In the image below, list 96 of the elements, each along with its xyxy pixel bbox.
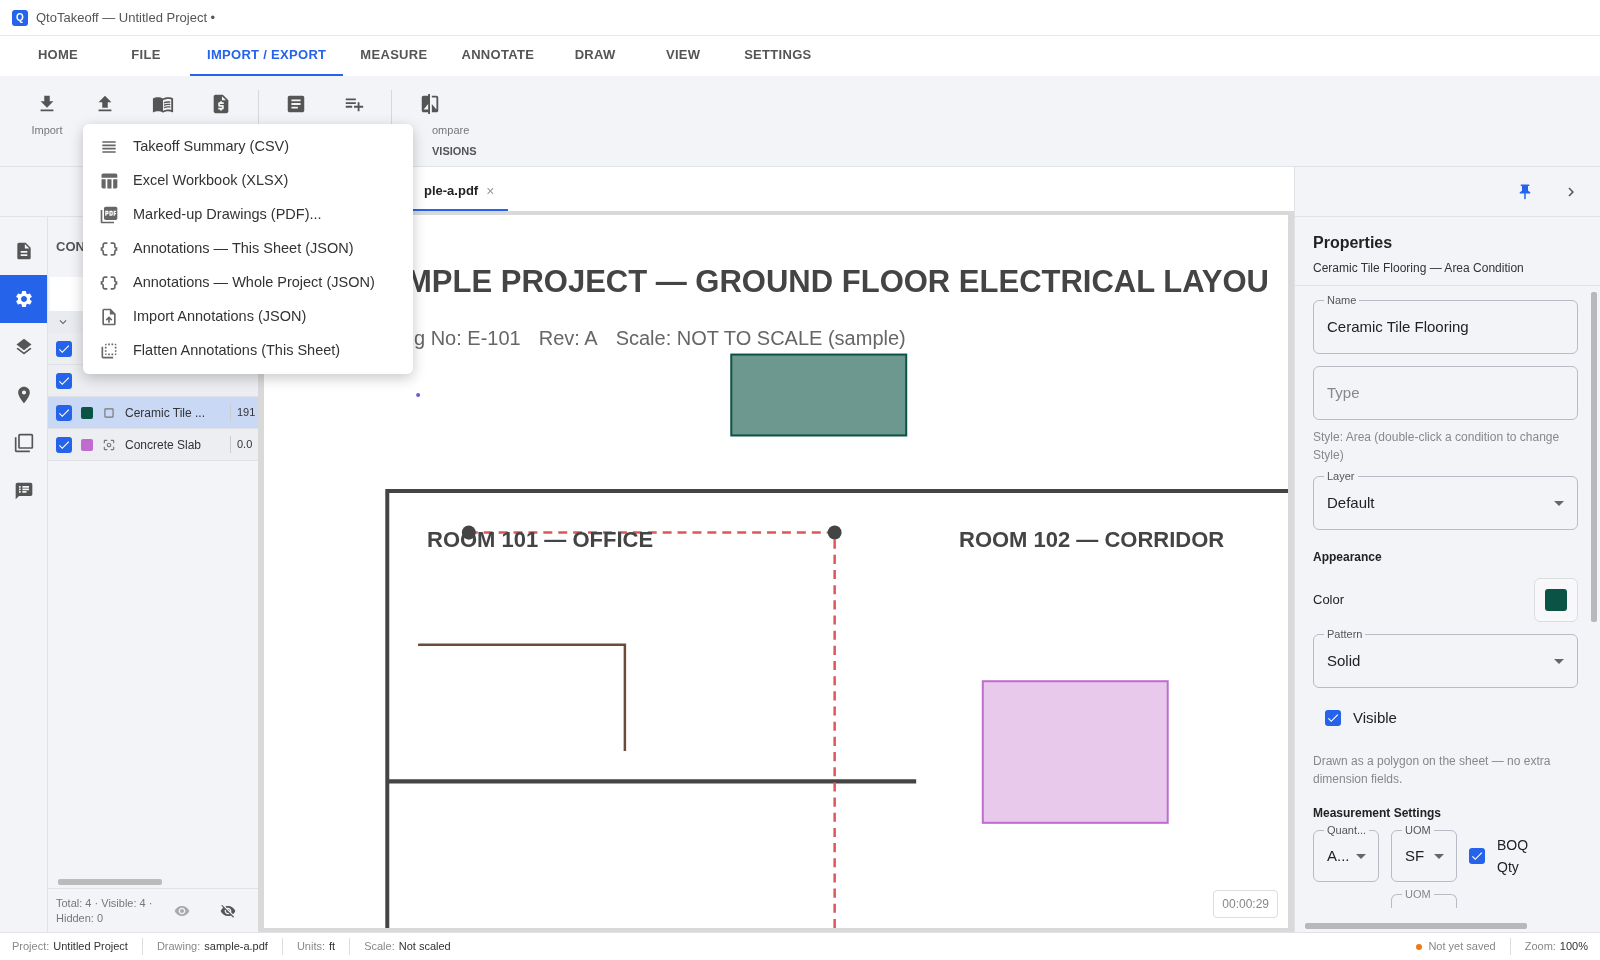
field-label: UOM bbox=[1402, 823, 1434, 837]
menu-tab[interactable]: DRAW bbox=[551, 36, 640, 76]
braces-icon bbox=[99, 273, 119, 293]
status-label: Project: bbox=[12, 939, 50, 955]
notes-icon bbox=[13, 481, 34, 501]
condition-value: 191 bbox=[230, 404, 256, 421]
dropdown-icon bbox=[1434, 853, 1445, 859]
menu-item[interactable]: Annotations — This Sheet (JSON) bbox=[83, 232, 413, 266]
type-field[interactable]: Type bbox=[1313, 366, 1578, 420]
checkbox-label: Visible bbox=[1353, 707, 1397, 728]
menu-tab[interactable]: FILE bbox=[102, 36, 190, 76]
select-value: A... bbox=[1327, 845, 1350, 866]
status-label: Scale: bbox=[364, 939, 395, 955]
field-label: Pattern bbox=[1324, 627, 1366, 641]
menu-tab[interactable]: HOME bbox=[14, 36, 102, 76]
ribbon-label: Import bbox=[31, 123, 63, 138]
color-label: Color bbox=[1313, 591, 1345, 610]
menu-item[interactable]: Annotations — Whole Project (JSON) bbox=[83, 266, 413, 300]
dropdown-icon bbox=[1554, 658, 1564, 664]
sheet-subtitle: Scale: NOT TO SCALE (sample) bbox=[615, 326, 906, 351]
line-markup[interactable] bbox=[418, 643, 627, 751]
status-label: Units: bbox=[296, 939, 325, 955]
layers-icon bbox=[13, 337, 34, 357]
style-note: Style: Area (double-click a condition to change Style) bbox=[1313, 429, 1561, 464]
menu-tab[interactable]: MEASURE bbox=[343, 36, 445, 76]
sidebar-button[interactable] bbox=[0, 275, 47, 323]
scrollbar[interactable] bbox=[58, 879, 162, 885]
document-icon bbox=[285, 93, 307, 115]
save-status: Not yet saved bbox=[1428, 938, 1511, 955]
scrollbar[interactable] bbox=[1305, 923, 1527, 929]
condition-totals: Total: 4 · Visible: 4 · Hidden: 0 bbox=[56, 895, 154, 926]
field-label: Quant... bbox=[1324, 823, 1370, 837]
sheet-subtitle: g No: E-101 bbox=[414, 326, 521, 351]
status-value: sample-a.pdf bbox=[204, 939, 268, 955]
group-label: VISIONS bbox=[431, 143, 477, 159]
row-checkbox[interactable] bbox=[56, 436, 72, 453]
panel-subtitle: Ceramic Tile Flooring — Area Condition bbox=[1313, 260, 1525, 277]
table-icon bbox=[99, 171, 119, 191]
section-heading: Measurement Settings bbox=[1313, 805, 1443, 822]
panel-title: Properties bbox=[1313, 233, 1394, 253]
dropdown-icon bbox=[1355, 853, 1366, 859]
point-marker bbox=[416, 393, 421, 398]
menu-tab[interactable]: ANNOTATE bbox=[444, 36, 552, 76]
file-upload-icon bbox=[99, 307, 119, 327]
condition-value: 0.0 bbox=[230, 436, 253, 453]
app-logo: Q bbox=[12, 9, 28, 26]
room-label: ROOM 102 — CORRIDOR bbox=[959, 526, 1225, 554]
settings-icon bbox=[13, 289, 34, 309]
braces-icon bbox=[99, 239, 119, 259]
type-input[interactable]: Type bbox=[1327, 381, 1564, 405]
dropdown-icon bbox=[1554, 500, 1564, 506]
condition-name: Concrete Slab bbox=[125, 436, 203, 454]
row-checkbox[interactable] bbox=[56, 372, 72, 389]
eye-off-icon[interactable] bbox=[220, 902, 236, 919]
select-value: SF bbox=[1405, 845, 1425, 866]
sheet-subtitle: Rev: A bbox=[538, 326, 598, 351]
ribbon-label: ompare bbox=[431, 123, 470, 138]
pages-icon bbox=[13, 433, 34, 453]
status-value: ft bbox=[329, 939, 336, 955]
check-icon bbox=[1470, 849, 1484, 863]
menu-tab[interactable]: SETTINGS bbox=[727, 36, 829, 76]
row-checkbox[interactable] bbox=[56, 340, 72, 357]
status-value: Not scaled bbox=[398, 939, 451, 955]
help-text: Drawn as a polygon on the sheet — no extra dimension fields. bbox=[1313, 753, 1552, 788]
section-heading: Appearance bbox=[1313, 549, 1383, 566]
condition-row[interactable]: Concrete Slab 0.0 bbox=[48, 429, 258, 461]
menu-item[interactable]: Takeoff Summary (CSV) bbox=[83, 130, 413, 164]
target-icon bbox=[102, 437, 116, 452]
select-value: Default bbox=[1327, 492, 1375, 513]
condition-row[interactable]: Ceramic Tile ... 191 bbox=[48, 397, 258, 429]
tab-label: ple-a.pdf bbox=[423, 182, 479, 201]
timer: 00:00:29 bbox=[1213, 890, 1278, 918]
status-label: Drawing: bbox=[156, 939, 201, 955]
field-value: Ceramic Tile Flooring bbox=[1327, 316, 1469, 337]
select-value: Solid bbox=[1327, 650, 1361, 671]
menu-item[interactable]: Flatten Annotations (This Sheet) bbox=[83, 334, 413, 368]
menu-item[interactable]: Import Annotations (JSON) bbox=[83, 300, 413, 334]
visible-checkbox[interactable] bbox=[1325, 710, 1341, 726]
status-label: Zoom: bbox=[1524, 939, 1556, 955]
status-value: Untitled Project bbox=[53, 939, 128, 955]
boq-checkbox[interactable] bbox=[1469, 848, 1485, 864]
color-picker[interactable] bbox=[1534, 578, 1578, 622]
row-checkbox[interactable] bbox=[56, 404, 72, 421]
window-title: QtoTakeoff — Untitled Project • bbox=[36, 8, 216, 27]
field-label: Layer bbox=[1324, 469, 1358, 483]
field-label: Name bbox=[1324, 293, 1360, 307]
field-label: UOM bbox=[1402, 887, 1434, 901]
scrollbar[interactable] bbox=[1591, 292, 1597, 622]
menu-tab[interactable]: VIEW bbox=[639, 36, 728, 76]
status-value: 100% bbox=[1559, 939, 1588, 955]
compare-icon bbox=[419, 93, 441, 115]
checkbox-label: BOQ Qty bbox=[1497, 836, 1530, 877]
check-icon bbox=[1326, 711, 1340, 725]
condition-name: Ceramic Tile ... bbox=[125, 404, 206, 422]
pdf-icon bbox=[99, 205, 119, 225]
area-markup[interactable] bbox=[730, 353, 908, 437]
